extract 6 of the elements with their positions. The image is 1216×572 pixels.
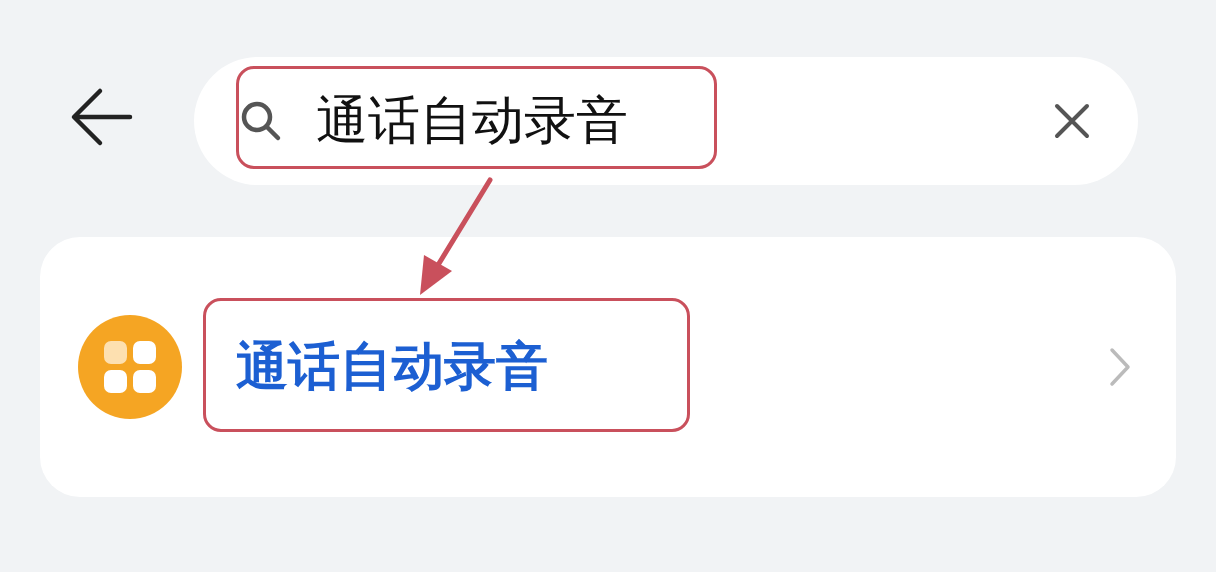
result-item[interactable]: 通话自动录音 xyxy=(40,237,1176,497)
clear-button[interactable] xyxy=(1052,101,1092,141)
app-icon xyxy=(78,315,182,419)
search-field[interactable]: 通话自动录音 xyxy=(194,57,1138,185)
chevron-icon xyxy=(1108,347,1132,387)
search-icon xyxy=(240,100,282,142)
